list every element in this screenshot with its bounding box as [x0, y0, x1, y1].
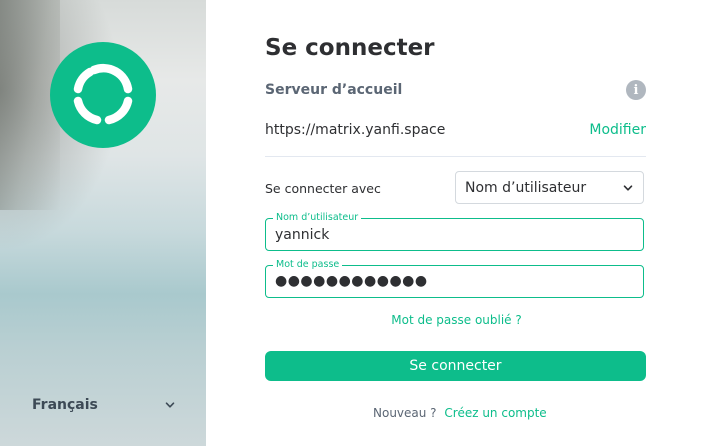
background-panel: Français — [0, 0, 206, 446]
signup-footer: Nouveau ? Créez un compte — [373, 406, 547, 420]
chevron-down-icon — [165, 402, 175, 408]
element-logo-icon — [50, 42, 156, 148]
divider — [265, 156, 646, 157]
modify-server-link[interactable]: Modifier — [589, 122, 646, 138]
login-type-select[interactable]: Nom d’utilisateur — [455, 171, 644, 204]
username-value: yannick — [275, 227, 330, 243]
language-dropdown[interactable]: Français — [32, 394, 176, 416]
username-label: Nom d’utilisateur — [273, 212, 362, 224]
password-label: Mot de passe — [273, 259, 343, 271]
login-with-label: Se connecter avec — [265, 181, 381, 196]
password-value: ●●●●●●●●●●●● — [275, 273, 428, 289]
language-label: Français — [32, 397, 98, 413]
login-type-value: Nom d’utilisateur — [465, 179, 587, 196]
homeserver-url: https://matrix.yanfi.space — [265, 122, 446, 138]
create-account-link[interactable]: Créez un compte — [444, 406, 546, 420]
chevron-down-icon — [623, 184, 633, 191]
homeserver-heading: Serveur d’accueil — [265, 82, 403, 98]
sign-in-button[interactable]: Se connecter — [265, 351, 646, 381]
new-user-label: Nouveau ? — [373, 406, 437, 420]
forgot-password-label: Mot de passe oublié ? — [391, 313, 522, 327]
password-field[interactable]: Mot de passe ●●●●●●●●●●●● — [265, 259, 644, 298]
info-icon[interactable]: i — [626, 80, 646, 100]
forgot-password-link[interactable]: Mot de passe oublié ? — [206, 313, 707, 327]
username-field[interactable]: Nom d’utilisateur yannick — [265, 212, 644, 251]
page-title: Se connecter — [265, 35, 435, 61]
login-card: Se connecter Serveur d’accueil i https:/… — [206, 0, 707, 446]
